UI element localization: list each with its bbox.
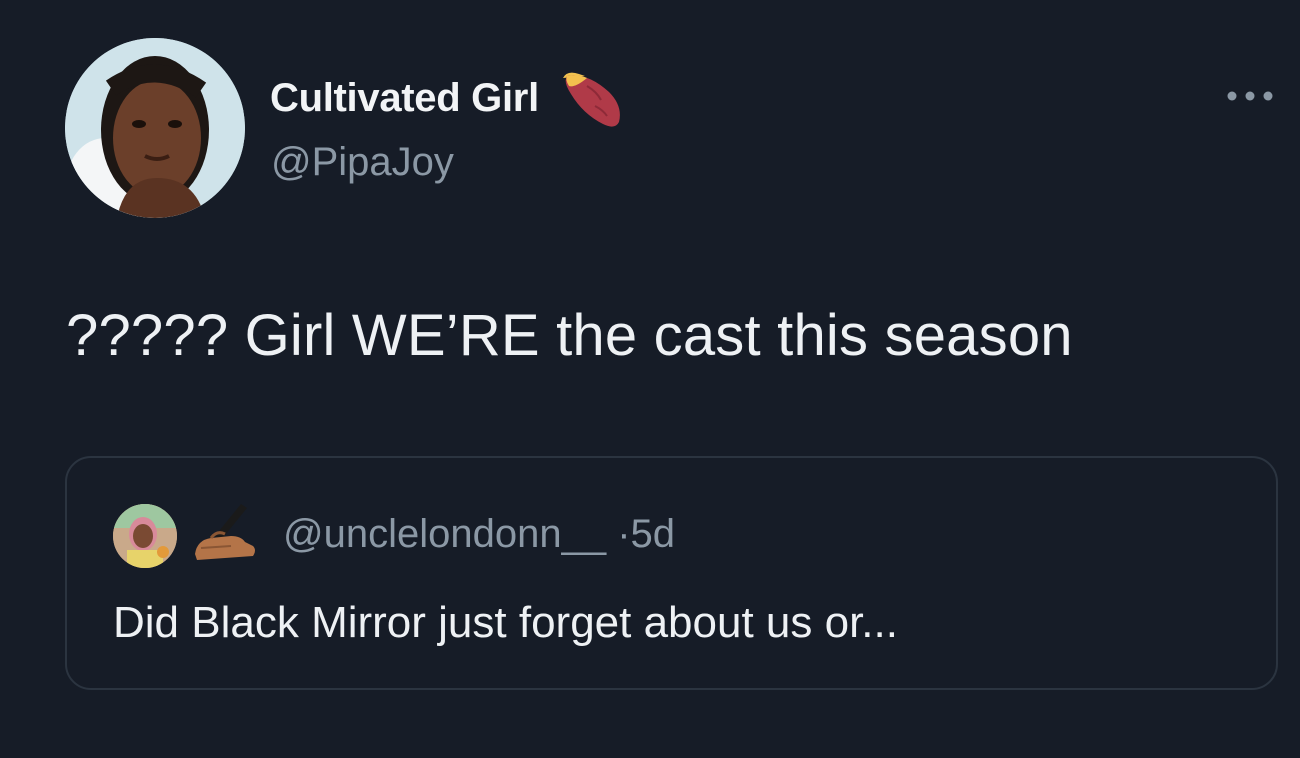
meta-separator: · xyxy=(617,512,631,556)
author-avatar[interactable] xyxy=(65,38,245,218)
more-options-icon[interactable] xyxy=(1224,86,1276,106)
author-handle[interactable]: @PipaJoy xyxy=(271,140,454,185)
avatar-image xyxy=(65,38,245,218)
quoted-handle[interactable]: @unclelondonn__ xyxy=(283,512,606,556)
quoted-meta: @unclelondonn__ ·5d xyxy=(283,512,675,557)
tweet-card: Cultivated Girl @PipaJoy ????? Girl WE’R… xyxy=(0,0,1300,758)
writing-hand-icon xyxy=(195,504,255,560)
quoted-author-avatar[interactable] xyxy=(113,504,177,568)
author-name-row[interactable]: Cultivated Girl xyxy=(270,68,627,128)
quoted-avatar-image xyxy=(113,504,177,568)
quoted-tweet[interactable]: @unclelondonn__ ·5d Did Black Mirror jus… xyxy=(65,456,1278,690)
tweet-text: ????? Girl WE’RE the cast this season xyxy=(66,303,1073,368)
quoted-tweet-text: Did Black Mirror just forget about us or… xyxy=(113,598,898,647)
author-display-name[interactable]: Cultivated Girl xyxy=(270,76,539,121)
quoted-timestamp[interactable]: 5d xyxy=(631,512,676,556)
sweet-potato-icon xyxy=(562,72,620,127)
